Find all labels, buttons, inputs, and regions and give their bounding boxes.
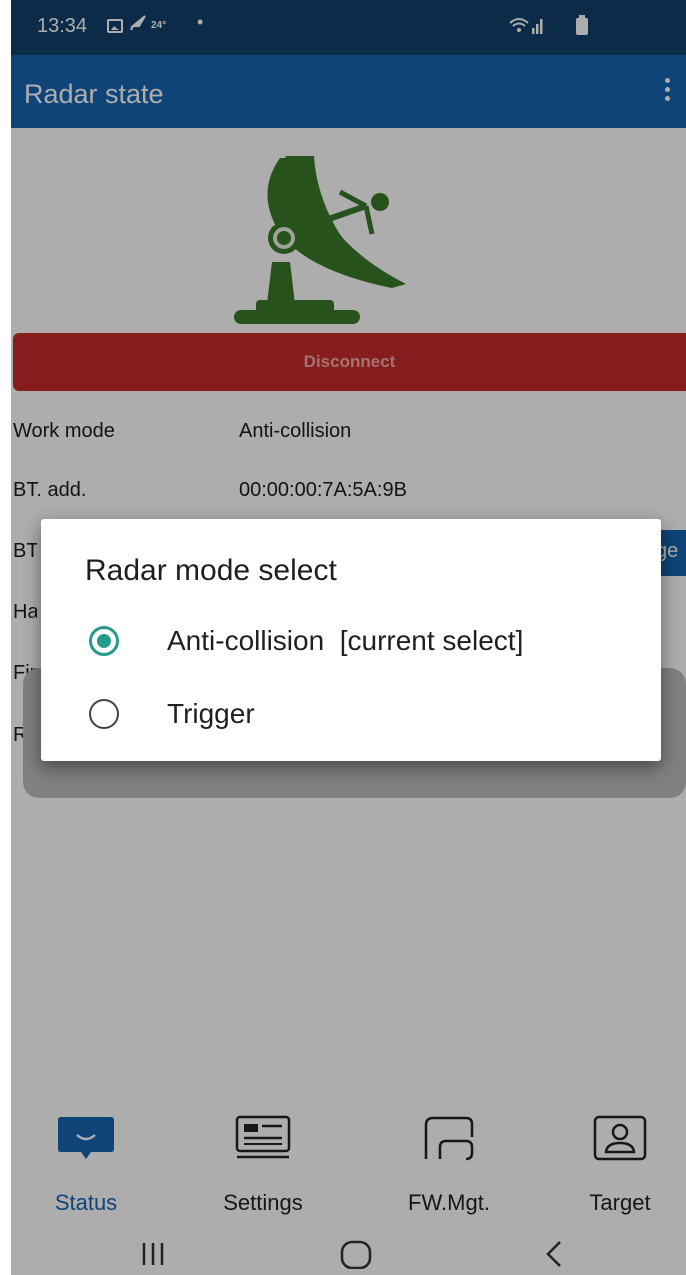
option-label-trigger: Trigger [167,698,255,729]
radio-checked-icon[interactable] [89,626,119,656]
dialog-title: Radar mode select [85,554,337,587]
option-trigger[interactable]: Trigger [41,685,661,743]
option-label-anti-collision: Anti-collision [current select] [167,625,524,656]
radio-unchecked-icon[interactable] [89,699,119,729]
option-anti-collision[interactable]: Anti-collision [current select] [41,612,661,670]
radar-mode-dialog: Radar mode select Anti-collision [curren… [41,519,661,761]
phone-screen: 13:34 24° • Radar state Disconnect Work … [11,0,686,1275]
